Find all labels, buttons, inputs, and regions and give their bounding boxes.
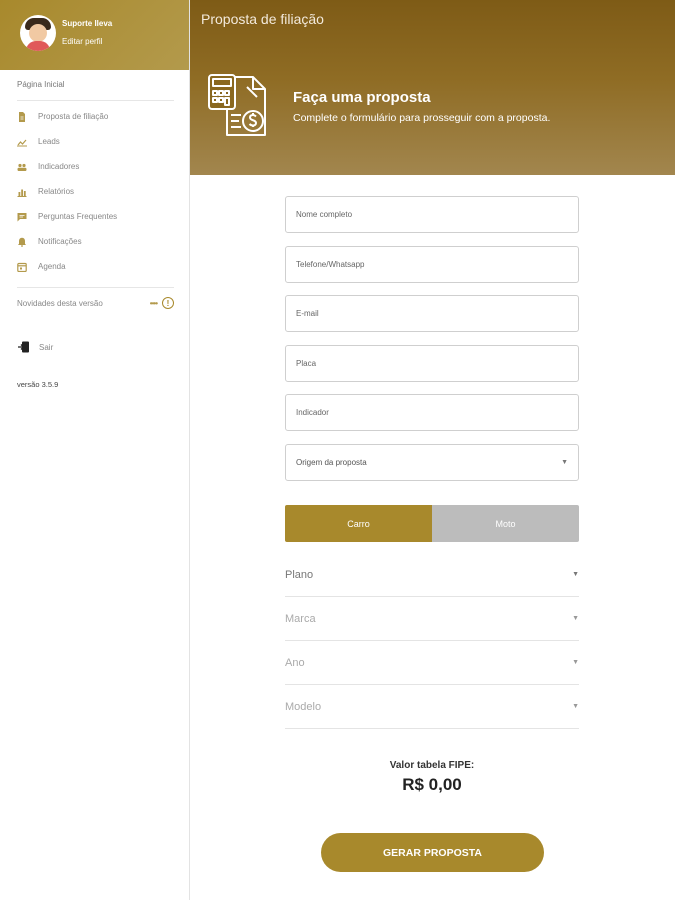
sidebar-item-proposta[interactable]: Proposta de filiação — [17, 104, 189, 129]
brand-select-label: Marca — [285, 612, 316, 625]
fipe-value: R$ 0,00 — [402, 775, 462, 794]
email-input[interactable] — [296, 309, 568, 318]
referrer-input[interactable] — [296, 408, 568, 417]
bell-icon — [18, 237, 26, 247]
hero-title: Faça uma proposta — [293, 89, 431, 106]
chat-icon — [17, 212, 27, 221]
sidebar-item-label: Notificações — [38, 237, 82, 246]
caret-down-icon: ▼ — [572, 615, 579, 622]
sidebar-item-label: Proposta de filiação — [38, 112, 109, 121]
model-select-label: Modelo — [285, 700, 322, 713]
sidebar-item-notificacoes[interactable]: Notificações — [17, 229, 189, 254]
sidebar-item-leads[interactable]: Leads — [17, 129, 189, 154]
vehicle-type-toggle: Carro Moto — [285, 505, 579, 542]
calendar-icon — [17, 262, 27, 272]
name-field[interactable] — [285, 196, 579, 233]
name-input[interactable] — [296, 210, 568, 219]
fipe-label: Valor tabela FIPE: — [389, 760, 475, 771]
sidebar-item-relatorios[interactable]: Relatórios — [17, 179, 189, 204]
phone-field[interactable] — [285, 245, 579, 283]
brand-select[interactable]: Marca ▼ — [285, 597, 579, 641]
page-header: Proposta de filiação Faça uma proposta C… — [190, 0, 675, 175]
year-select-label: Ano — [285, 656, 305, 669]
avatar[interactable] — [20, 15, 56, 51]
sidebar-item-label: Perguntas Frequentes — [38, 212, 118, 221]
edit-profile-link[interactable]: Editar perfil — [62, 37, 112, 46]
document-icon — [19, 111, 25, 122]
novidades-label: Novidades desta versão — [17, 298, 103, 308]
generate-proposal-button[interactable]: GERAR PROPOSTA — [321, 833, 544, 872]
origin-select[interactable]: Origem da proposta ▼ — [285, 443, 579, 481]
sidebar-menu: Página Inicial Proposta de filiação Lead… — [0, 70, 189, 389]
model-select[interactable]: Modelo ▼ — [285, 685, 579, 729]
referrer-field[interactable] — [285, 394, 579, 431]
car-toggle-button[interactable]: Carro — [285, 505, 432, 542]
origin-select-label: Origem da proposta — [296, 457, 367, 467]
info-icon: ! — [162, 297, 174, 309]
app-version: versão 3.5.9 — [17, 380, 59, 389]
user-name: Suporte Ileva — [62, 19, 113, 28]
sidebar-item-home[interactable]: Página Inicial — [17, 80, 189, 94]
page-title: Proposta de filiação — [201, 11, 324, 27]
sidebar-item-label: Leads — [38, 137, 60, 146]
caret-down-icon: ▼ — [572, 659, 579, 666]
caret-down-icon: ▼ — [572, 703, 579, 710]
sidebar-item-label: Relatórios — [38, 187, 75, 196]
logout-label: Sair — [39, 342, 54, 352]
sidebar-item-agenda[interactable]: Agenda — [17, 254, 189, 279]
calculator-invoice-icon — [208, 74, 266, 136]
sidebar-item-label: Indicadores — [38, 162, 80, 171]
bar-chart-icon — [17, 189, 27, 197]
caret-down-icon: ▼ — [561, 458, 568, 466]
sidebar-item-label: Agenda — [38, 262, 66, 271]
plan-select-label: Plano — [285, 568, 314, 581]
divider — [17, 287, 174, 288]
email-field[interactable] — [285, 295, 579, 332]
app: Suporte Ileva Editar perfil Página Inici… — [0, 0, 675, 900]
profile-header: Suporte Ileva Editar perfil — [0, 0, 189, 70]
sidebar: Suporte Ileva Editar perfil Página Inici… — [0, 0, 190, 900]
plan-select[interactable]: Plano ▼ — [285, 553, 579, 597]
proposal-form: Origem da proposta ▼ — [285, 196, 579, 493]
year-select[interactable]: Ano ▼ — [285, 641, 579, 685]
caret-down-icon: ▼ — [572, 571, 579, 578]
sidebar-item-indicadores[interactable]: Indicadores — [17, 154, 189, 179]
plate-field[interactable] — [285, 344, 579, 382]
leads-icon — [17, 139, 27, 146]
sidebar-item-novidades[interactable]: Novidades desta versão •••• ! — [17, 295, 174, 311]
plate-input[interactable] — [296, 358, 568, 368]
vehicle-dropdowns: Plano ▼ Marca ▼ Ano ▼ Modelo ▼ — [285, 553, 579, 729]
news-dots: •••• — [149, 298, 158, 308]
sidebar-item-faq[interactable]: Perguntas Frequentes — [17, 204, 189, 229]
people-icon — [17, 163, 27, 171]
phone-input[interactable] — [296, 259, 568, 269]
hero-subtitle: Complete o formulário para prosseguir co… — [293, 112, 551, 124]
logout-button[interactable]: Sair — [17, 339, 189, 355]
logout-icon — [18, 341, 29, 353]
moto-toggle-button[interactable]: Moto — [432, 505, 579, 542]
